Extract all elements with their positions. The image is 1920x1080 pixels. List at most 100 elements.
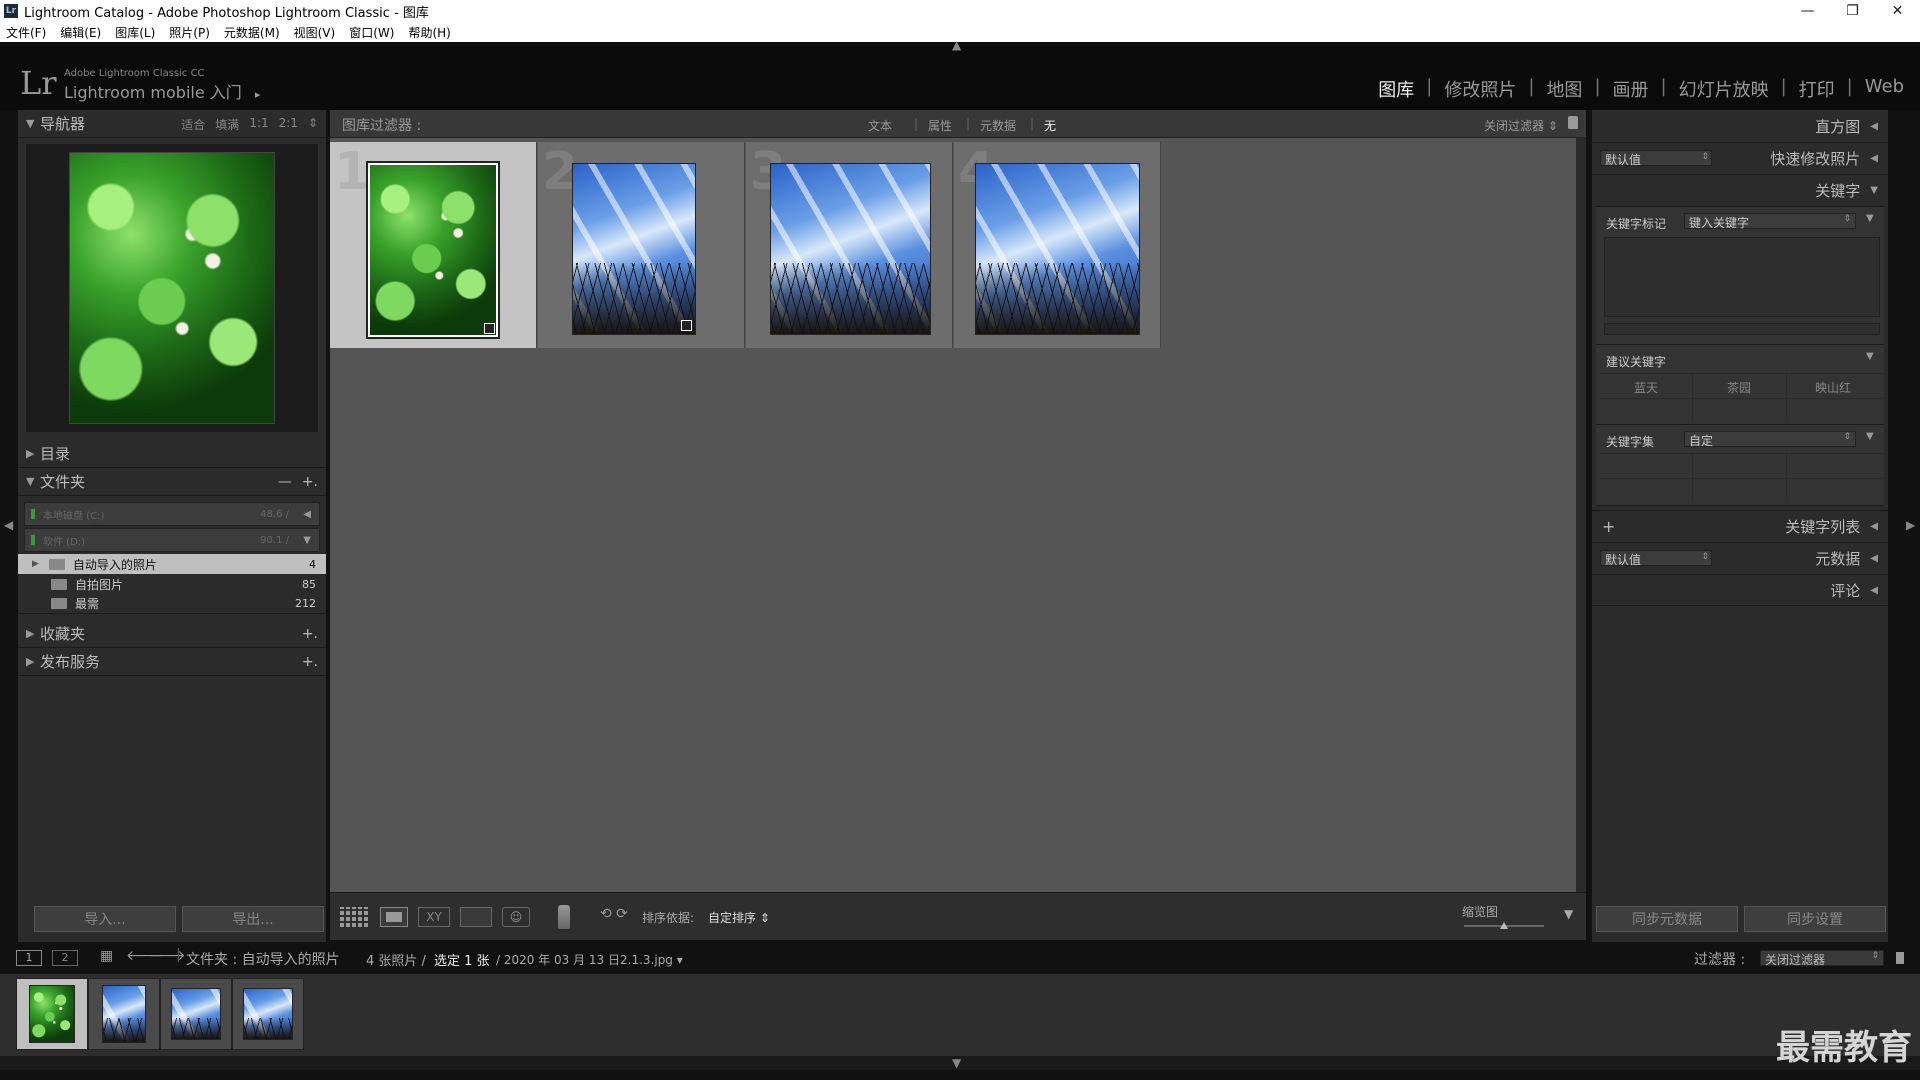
filmstrip-thumbnail[interactable] bbox=[232, 978, 304, 1050]
filmstrip-thumbnail[interactable] bbox=[160, 978, 232, 1050]
loupe-view-icon[interactable] bbox=[380, 907, 408, 927]
grid-cell[interactable]: 1 bbox=[330, 142, 537, 348]
suggested-keyword[interactable]: 映山红 bbox=[1787, 379, 1879, 396]
module-print[interactable]: 打印 bbox=[1799, 76, 1835, 102]
folders-header[interactable]: ▼ 文件夹 — +. bbox=[18, 468, 326, 496]
navigator-preview[interactable] bbox=[26, 144, 318, 432]
suggested-keyword[interactable]: 蓝天 bbox=[1600, 379, 1692, 396]
sort-dropdown[interactable]: 自定排序 ⇕ bbox=[708, 909, 770, 926]
menu-help[interactable]: 帮助(H) bbox=[408, 24, 450, 41]
collapse-right-icon[interactable]: ▶ bbox=[1906, 518, 1915, 532]
keyword-list-header[interactable]: + 关键字列表 ◀ bbox=[1592, 510, 1888, 542]
module-book[interactable]: 画册 bbox=[1613, 76, 1649, 102]
sync-metadata-button[interactable]: 同步元数据 bbox=[1596, 906, 1738, 932]
thumbnail[interactable] bbox=[770, 163, 931, 335]
grid-mode-icon[interactable]: ▦ bbox=[100, 948, 113, 964]
filter-tab-text[interactable]: 文本 bbox=[868, 117, 892, 134]
sync-settings-button[interactable]: 同步设置 bbox=[1744, 906, 1886, 932]
module-map[interactable]: 地图 bbox=[1546, 76, 1582, 102]
filmstrip-thumbnail[interactable] bbox=[16, 978, 88, 1050]
keyword-input-field[interactable] bbox=[1604, 323, 1880, 335]
secondary-window-button[interactable]: 2 bbox=[52, 950, 78, 966]
suggested-triangle-icon[interactable]: ▼ bbox=[1866, 351, 1874, 362]
menu-library[interactable]: 图库(L) bbox=[115, 24, 155, 41]
rotate-icon[interactable]: ⟲ ⟳ bbox=[600, 906, 628, 922]
filter-tab-metadata[interactable]: 元数据 bbox=[980, 117, 1016, 134]
grid-cell[interactable]: 4 bbox=[954, 142, 1161, 348]
keyword-set-dropdown[interactable]: 自定 ⇕ bbox=[1684, 431, 1856, 448]
grid-scrollbar[interactable] bbox=[1576, 138, 1586, 892]
menu-file[interactable]: 文件(F) bbox=[6, 24, 46, 41]
quick-develop-preset-dropdown[interactable]: 默认值 ⇕ bbox=[1600, 150, 1712, 167]
lock-icon[interactable] bbox=[1568, 116, 1578, 129]
add-collection-button[interactable]: +. bbox=[302, 626, 318, 642]
grid-cell[interactable]: 3 bbox=[746, 142, 953, 348]
menu-metadata[interactable]: 元数据(M) bbox=[224, 24, 280, 41]
zoom-fill[interactable]: 填满 bbox=[215, 116, 239, 133]
zoom-fit[interactable]: 适合 bbox=[181, 116, 205, 133]
quick-develop-header[interactable]: 默认值 ⇕ 快速修改照片 ◀ bbox=[1592, 142, 1888, 174]
thumbnail[interactable] bbox=[572, 163, 696, 335]
suggested-keyword[interactable]: 茶园 bbox=[1693, 379, 1785, 396]
grid-cell[interactable]: 2 bbox=[538, 142, 745, 348]
keyword-set-triangle-icon[interactable]: ▼ bbox=[1866, 431, 1874, 442]
primary-window-button[interactable]: 1 bbox=[16, 950, 42, 966]
volume-c[interactable]: 本地磁盘 (C:) 48.6 / ◀ bbox=[24, 502, 320, 526]
filter-lock-icon[interactable] bbox=[1896, 952, 1904, 964]
comments-header[interactable]: 评论 ◀ bbox=[1592, 574, 1888, 606]
mobile-getting-started[interactable]: Lightroom mobile 入门 ▸ bbox=[64, 79, 260, 103]
painter-spray-icon[interactable] bbox=[558, 905, 570, 929]
toolbar-menu-chevron-icon[interactable]: ▼ bbox=[1564, 907, 1573, 921]
close-button[interactable]: ✕ bbox=[1875, 0, 1920, 22]
add-keyword-button[interactable]: + bbox=[1602, 517, 1615, 536]
people-view-icon[interactable]: ☺ bbox=[502, 907, 530, 927]
thumbnail[interactable] bbox=[975, 163, 1140, 335]
metadata-badge-icon[interactable] bbox=[484, 323, 495, 334]
volume-toggle-icon[interactable]: ◀ bbox=[303, 509, 311, 520]
keywording-header[interactable]: 关键字 ▼ bbox=[1592, 174, 1888, 206]
zoom-1-1[interactable]: 1:1 bbox=[249, 116, 268, 133]
metadata-preset-dropdown[interactable]: 默认值 ⇕ bbox=[1600, 550, 1712, 567]
remove-folder-button[interactable]: — bbox=[278, 474, 292, 490]
thumbnail[interactable] bbox=[366, 161, 500, 339]
volume-d[interactable]: 软件 (D:) 90.1 / ▼ bbox=[24, 528, 320, 552]
add-publish-button[interactable]: +. bbox=[302, 654, 318, 670]
close-filter-dropdown[interactable]: 关闭过滤器 ⇕ bbox=[1484, 117, 1558, 134]
folder-item[interactable]: 自拍图片 85 bbox=[18, 574, 326, 594]
folder-expand-icon[interactable]: ▶ bbox=[32, 559, 39, 569]
metadata-badge-icon[interactable] bbox=[681, 320, 692, 331]
catalog-header[interactable]: ▶ 目录 bbox=[18, 440, 326, 468]
collapse-bottom-icon[interactable]: ▼ bbox=[952, 1056, 961, 1070]
filmstrip-filter-dropdown[interactable]: 关闭过滤器 ⇕ bbox=[1760, 950, 1884, 967]
metadata-header[interactable]: 默认值 ⇕ 元数据 ◀ bbox=[1592, 542, 1888, 574]
histogram-header[interactable]: 直方图 ◀ bbox=[1592, 110, 1888, 142]
slider-thumb-icon[interactable] bbox=[1500, 922, 1508, 929]
folder-item[interactable]: ▶ 自动导入的照片 4 bbox=[18, 554, 326, 574]
collapse-top-icon[interactable]: ▲ bbox=[952, 38, 961, 52]
menu-photo[interactable]: 照片(P) bbox=[169, 24, 210, 41]
menu-edit[interactable]: 编辑(E) bbox=[60, 24, 101, 41]
module-develop[interactable]: 修改照片 bbox=[1444, 76, 1516, 102]
add-folder-button[interactable]: +. bbox=[302, 474, 318, 490]
filter-tab-attribute[interactable]: 属性 bbox=[928, 117, 952, 134]
menu-view[interactable]: 视图(V) bbox=[294, 24, 336, 41]
module-library[interactable]: 图库 bbox=[1378, 76, 1414, 102]
filmstrip-source-path[interactable]: 文件夹 : 自动导入的照片 bbox=[186, 949, 340, 969]
import-button[interactable]: 导入... bbox=[34, 906, 176, 932]
folder-item[interactable]: 最需 212 bbox=[18, 594, 326, 614]
filter-tab-none[interactable]: 无 bbox=[1044, 117, 1056, 134]
export-button[interactable]: 导出... bbox=[182, 906, 324, 932]
grid-view-icon[interactable] bbox=[340, 907, 370, 927]
module-web[interactable]: Web bbox=[1865, 76, 1904, 102]
maximize-button[interactable]: ❐ bbox=[1830, 0, 1875, 22]
selected-filename[interactable]: / 2020 年 03 月 13 日2.1.3.jpg ▾ bbox=[496, 951, 683, 968]
volume-toggle-icon[interactable]: ▼ bbox=[303, 535, 311, 546]
filmstrip-thumbnail[interactable] bbox=[88, 978, 160, 1050]
navigator-header[interactable]: ▼ 导航器 适合 填满 1:1 2:1 ⇕ bbox=[18, 110, 326, 138]
compare-view-icon[interactable]: XY bbox=[418, 907, 450, 927]
minimize-button[interactable]: — bbox=[1785, 0, 1830, 22]
survey-view-icon[interactable] bbox=[460, 907, 492, 927]
filmstrip-scrollbar[interactable]: ▼ bbox=[0, 1056, 1920, 1070]
module-slideshow[interactable]: 幻灯片放映 bbox=[1679, 76, 1769, 102]
keyword-tags-input[interactable] bbox=[1604, 237, 1880, 317]
